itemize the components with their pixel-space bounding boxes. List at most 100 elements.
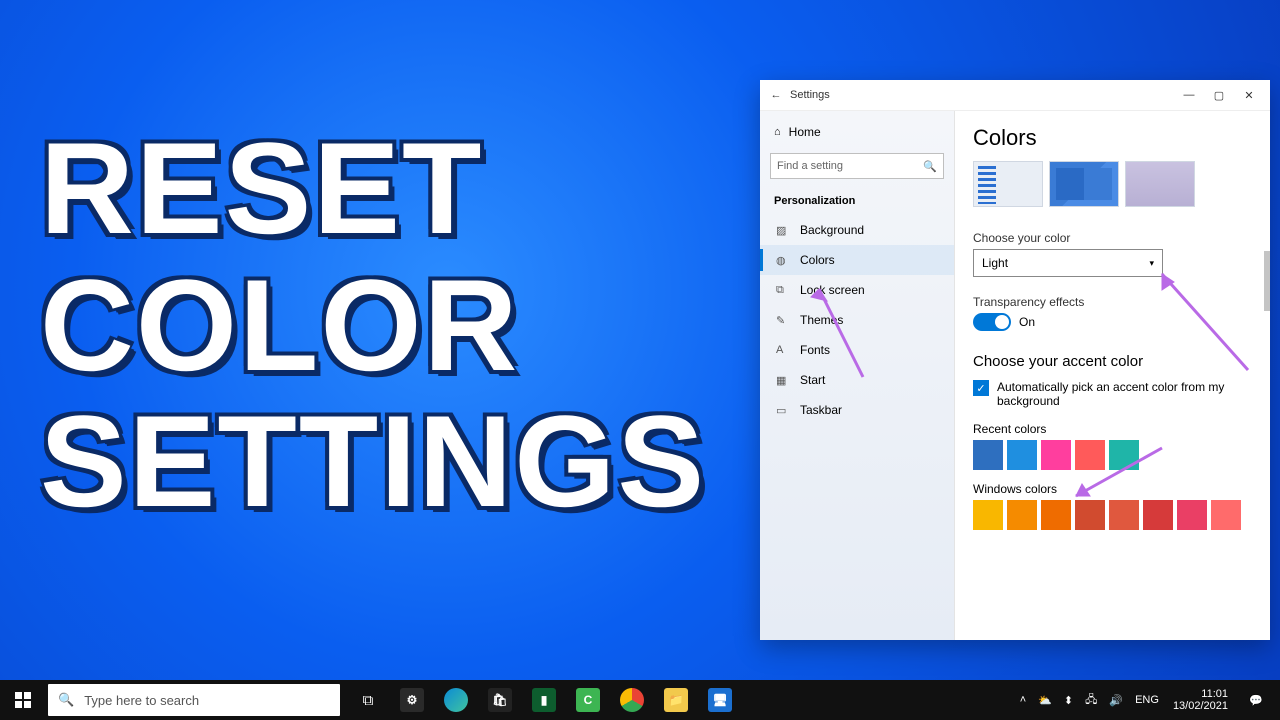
start-button[interactable] [0, 680, 46, 720]
taskbar-clock[interactable]: 11:01 13/02/2021 [1165, 688, 1236, 712]
content-heading: Colors [973, 125, 1252, 151]
maximize-button[interactable]: ▢ [1204, 80, 1234, 110]
explorer-icon: 📁 [664, 688, 688, 712]
clock-date: 13/02/2021 [1173, 700, 1228, 712]
taskbar-app[interactable] [610, 680, 654, 720]
task-view-icon: ⧉ [357, 689, 379, 711]
chrome-icon [620, 688, 644, 712]
nav-colors-label: Colors [800, 253, 835, 267]
app-icon: ⚙ [400, 688, 424, 712]
windows-colors-label: Windows colors [973, 482, 1252, 496]
minimize-button[interactable]: — [1174, 80, 1204, 110]
recent-colors-label: Recent colors [973, 422, 1252, 436]
accent-heading: Choose your accent color [973, 353, 1252, 370]
start-icon: ▦ [776, 374, 790, 387]
lock-icon: ⧉ [776, 284, 790, 297]
taskbar: 🔍 Type here to search ⧉ ⚙ 🛍 ▮ C 📁 🖥 ˄ ⛅ … [0, 680, 1280, 720]
search-icon: 🔍 [923, 160, 937, 173]
network-icon[interactable]: 🖧 [1079, 691, 1103, 710]
scrollbar-thumb[interactable] [1264, 251, 1270, 311]
caption-line-2: COLOR [40, 257, 740, 394]
color-swatch[interactable] [1177, 500, 1207, 530]
window-titlebar: ← Settings — ▢ ✕ [760, 80, 1270, 110]
preview-tile[interactable] [973, 161, 1043, 207]
color-swatch[interactable] [973, 500, 1003, 530]
tray-icon[interactable]: ⬍ [1058, 694, 1079, 707]
taskbar-app[interactable]: 🛍 [478, 680, 522, 720]
close-button[interactable]: ✕ [1234, 80, 1264, 110]
taskbar-app[interactable]: 🖥 [698, 680, 742, 720]
settings-sidebar: ⌂ Home Find a setting 🔍 Personalization … [760, 111, 955, 640]
volume-icon[interactable]: 🔊 [1103, 694, 1129, 707]
search-icon: 🔍 [58, 692, 74, 708]
color-swatch[interactable] [1143, 500, 1173, 530]
sidebar-category: Personalization [760, 187, 954, 215]
windows-logo-icon [15, 692, 31, 708]
edge-icon [444, 688, 468, 712]
auto-accent-checkbox[interactable]: ✓ [973, 380, 989, 396]
taskbar-app[interactable]: 📁 [654, 680, 698, 720]
caption-line-3: SETTINGS [40, 393, 740, 530]
recent-color-swatch[interactable] [1041, 440, 1071, 470]
nav-home-label: Home [789, 125, 821, 139]
language-indicator[interactable]: ENG [1129, 694, 1165, 706]
app-icon: 🖥 [708, 688, 732, 712]
task-view-button[interactable]: ⧉ [346, 680, 390, 720]
store-icon: 🛍 [488, 688, 512, 712]
taskbar-app[interactable]: ⚙ [390, 680, 434, 720]
taskbar-app[interactable]: C [566, 680, 610, 720]
color-swatch[interactable] [1007, 500, 1037, 530]
back-button[interactable]: ← [766, 89, 786, 101]
tray-chevron[interactable]: ˄ [1014, 694, 1032, 706]
color-swatch[interactable] [1211, 500, 1241, 530]
nav-colors[interactable]: ◍ Colors [760, 245, 954, 275]
settings-window: ← Settings — ▢ ✕ ⌂ Home Find a setting 🔍… [760, 80, 1270, 640]
notification-icon: 💬 [1249, 694, 1263, 707]
taskbar-app[interactable] [434, 680, 478, 720]
taskbar-search-placeholder: Type here to search [84, 693, 199, 708]
find-setting-placeholder: Find a setting [777, 160, 843, 172]
taskbar-app[interactable]: ▮ [522, 680, 566, 720]
auto-accent-label: Automatically pick an accent color from … [997, 380, 1252, 408]
color-swatch[interactable] [1041, 500, 1071, 530]
find-setting-input[interactable]: Find a setting 🔍 [770, 153, 944, 179]
nav-lock-screen[interactable]: ⧉ Lock screen [760, 275, 954, 305]
transparency-toggle[interactable] [973, 313, 1011, 331]
nav-home[interactable]: ⌂ Home [760, 119, 954, 145]
preview-tile[interactable] [1049, 161, 1119, 207]
recent-colors-row [973, 440, 1252, 470]
preview-tile[interactable] [1125, 161, 1195, 207]
picture-icon: ▨ [776, 224, 790, 237]
nav-taskbar-label: Taskbar [800, 403, 842, 417]
nav-taskbar[interactable]: ▭ Taskbar [760, 395, 954, 425]
recent-color-swatch[interactable] [1109, 440, 1139, 470]
color-swatch[interactable] [1109, 500, 1139, 530]
action-center-button[interactable]: 💬 [1236, 680, 1276, 720]
taskbar-icon: ▭ [776, 404, 790, 417]
nav-start[interactable]: ▦ Start [760, 365, 954, 395]
nav-background-label: Background [800, 223, 864, 237]
recent-color-swatch[interactable] [1007, 440, 1037, 470]
app-icon: ▮ [532, 688, 556, 712]
nav-lock-screen-label: Lock screen [800, 283, 865, 297]
caption-line-1: RESET [40, 120, 740, 257]
windows-colors-row [973, 500, 1252, 530]
clock-time: 11:01 [1173, 688, 1228, 700]
nav-themes[interactable]: ✎ Themes [760, 305, 954, 335]
transparency-state: On [1019, 315, 1035, 329]
font-icon: A [776, 344, 790, 356]
palette-icon: ◍ [776, 254, 790, 267]
nav-themes-label: Themes [800, 313, 843, 327]
nav-fonts-label: Fonts [800, 343, 830, 357]
preview-tiles [973, 161, 1252, 207]
transparency-label: Transparency effects [973, 295, 1252, 309]
nav-fonts[interactable]: A Fonts [760, 335, 954, 365]
choose-color-label: Choose your color [973, 231, 1252, 245]
tray-icon[interactable]: ⛅ [1032, 694, 1058, 707]
choose-color-dropdown[interactable]: Light ▾ [973, 249, 1163, 277]
taskbar-search[interactable]: 🔍 Type here to search [48, 684, 340, 716]
nav-background[interactable]: ▨ Background [760, 215, 954, 245]
recent-color-swatch[interactable] [1075, 440, 1105, 470]
color-swatch[interactable] [1075, 500, 1105, 530]
recent-color-swatch[interactable] [973, 440, 1003, 470]
